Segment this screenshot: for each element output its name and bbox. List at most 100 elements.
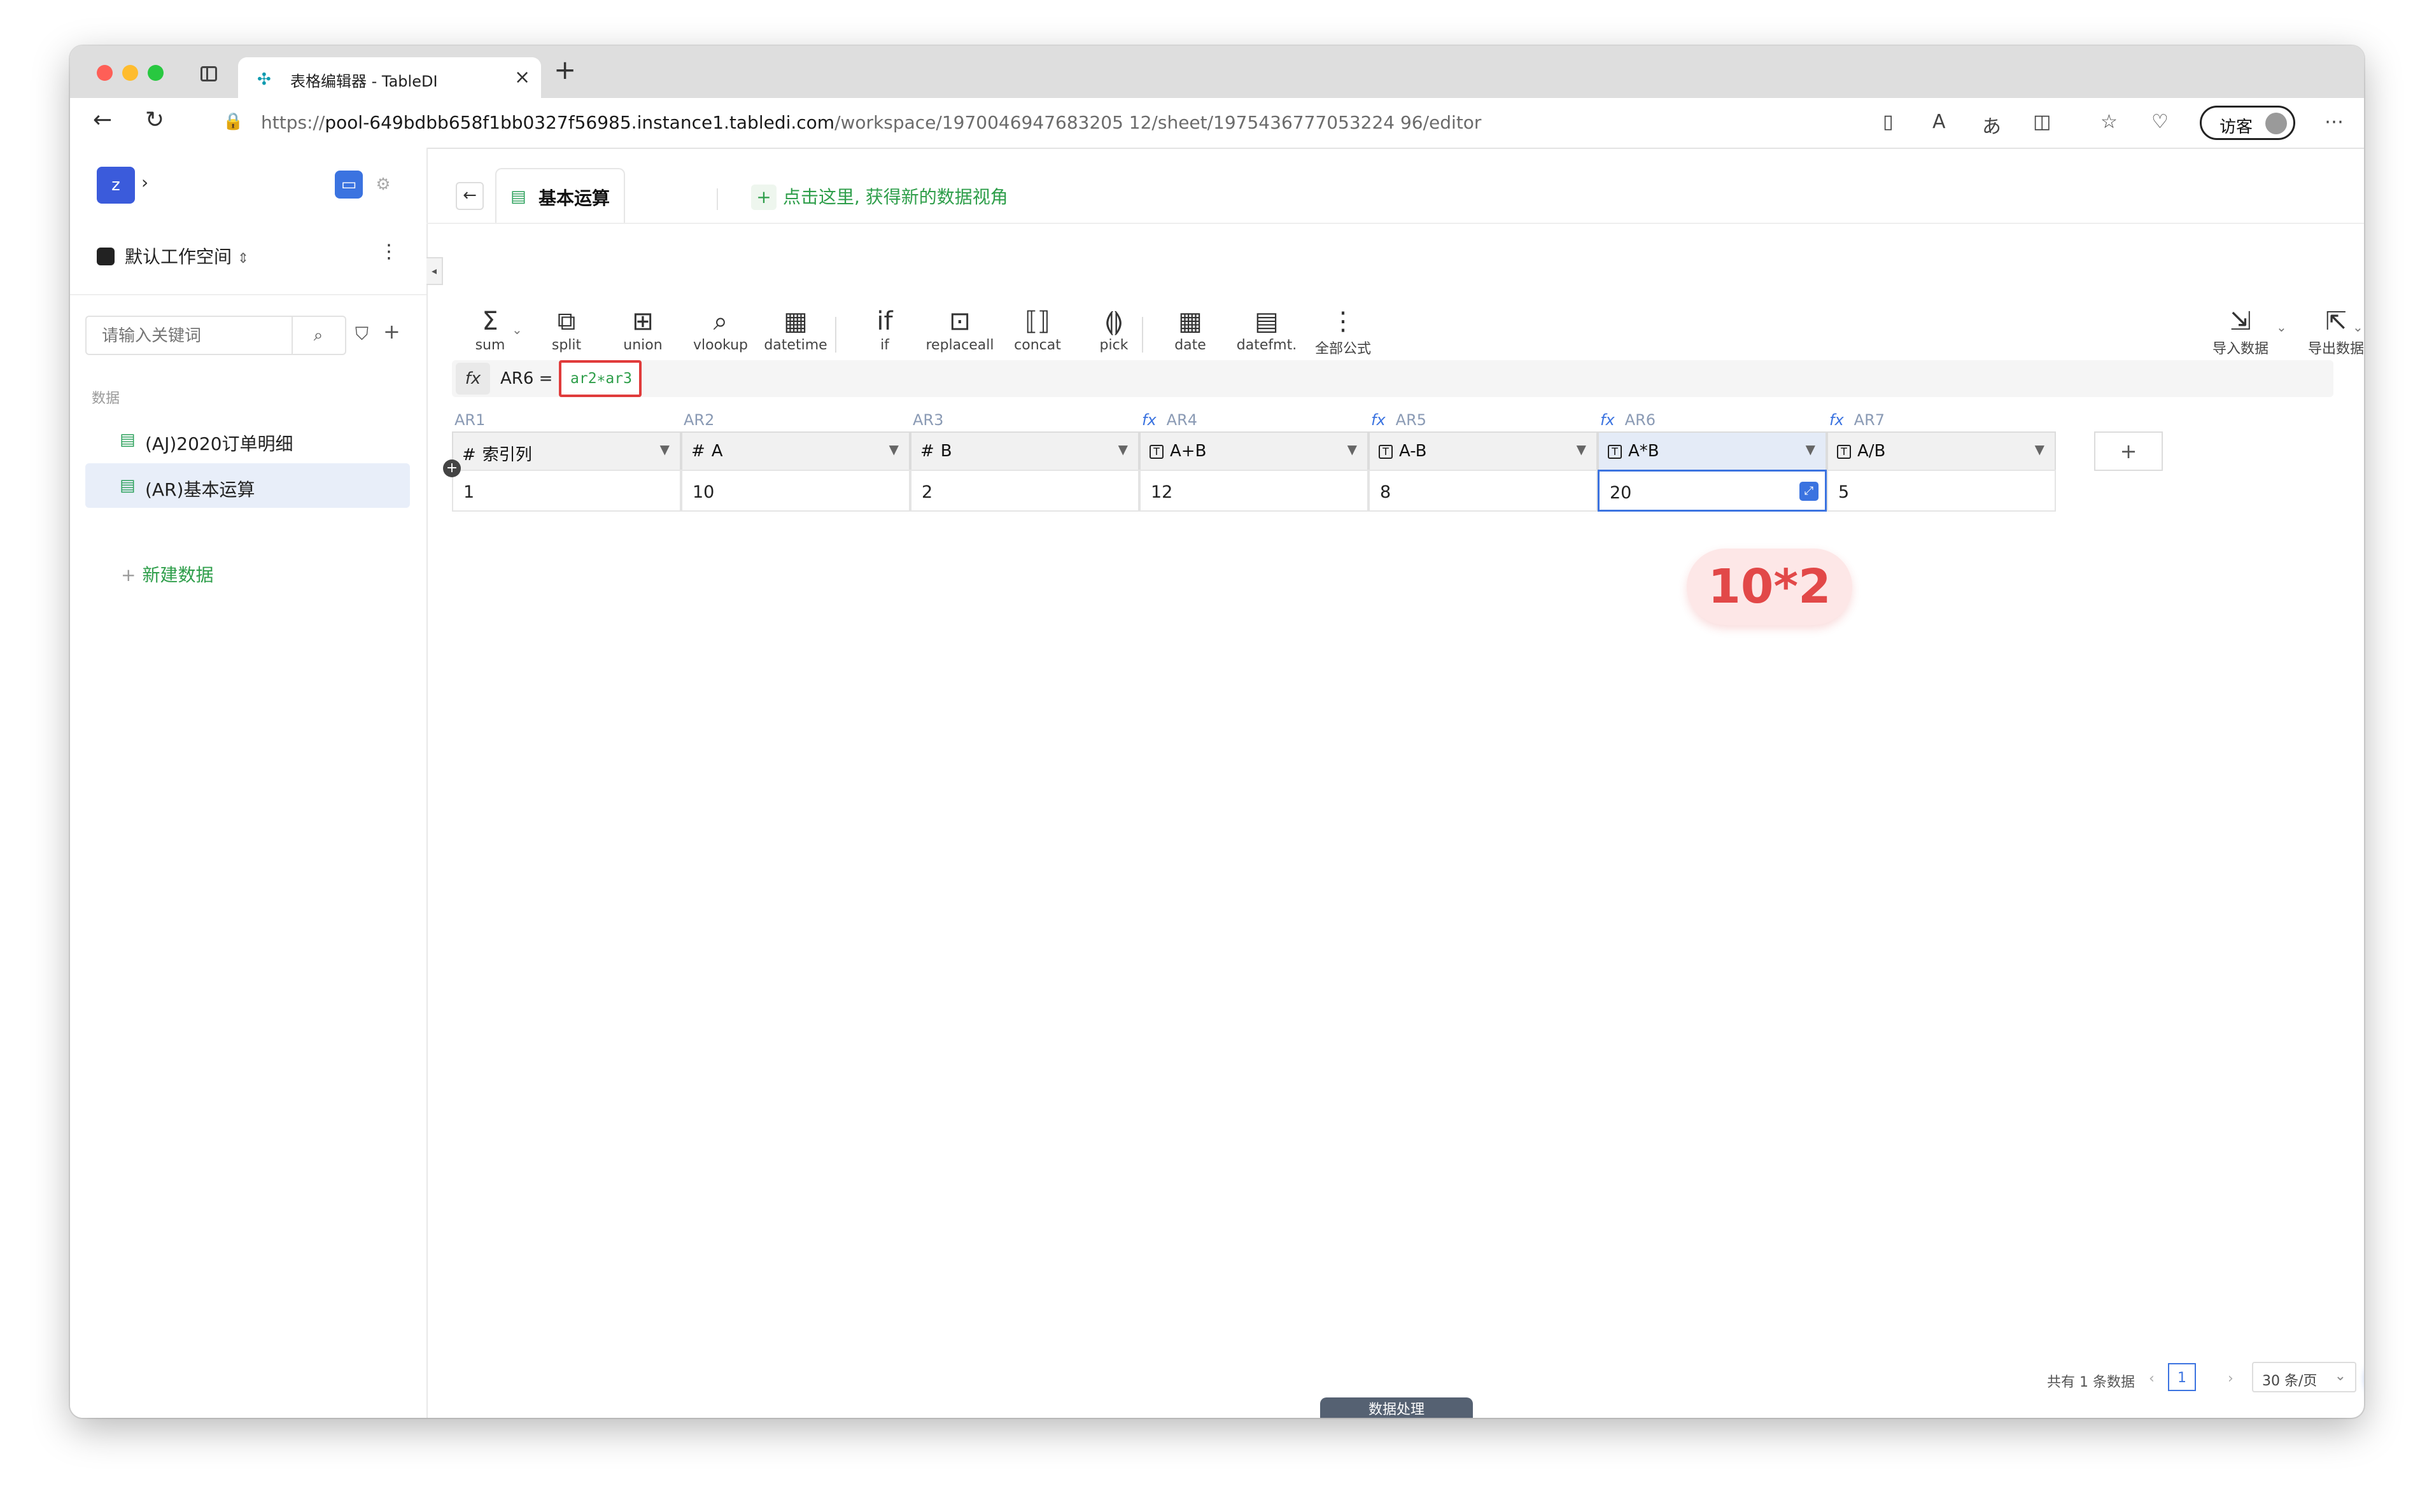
column-header[interactable]: T A*B ▼ xyxy=(1598,431,1827,471)
tool-concat[interactable]: ⟦⟧ concat xyxy=(999,307,1076,353)
column-header[interactable]: T A-B ▼ xyxy=(1368,431,1598,471)
filter-icon[interactable]: ⛉ xyxy=(355,323,369,345)
column-header[interactable]: # 索引列 ▼ xyxy=(452,431,681,471)
app-body: z › ▭ ⚙ 默认工作空间 ⇕ ⋮ ⌕ ⛉ + 数据 ▤ (AJ)2020订单… xyxy=(70,148,2364,1418)
translate-icon[interactable]: あ xyxy=(1982,111,2001,139)
column-header-label: # 索引列 xyxy=(462,442,532,465)
sidebar-toggle-icon[interactable] xyxy=(200,66,217,81)
column-name: A*B xyxy=(1628,442,1659,461)
new-data-button[interactable]: + 新建数据 xyxy=(121,561,213,587)
read-aloud-icon[interactable]: A xyxy=(1932,111,1946,133)
per-page-select[interactable]: 30 条/页 ⌄ xyxy=(2252,1362,2356,1392)
column-id: fx AR4 xyxy=(1142,409,1197,431)
add-row-icon[interactable]: + xyxy=(443,459,461,477)
desktop-mode-icon[interactable]: ▭ xyxy=(335,171,363,199)
table-cell[interactable]: 1 xyxy=(452,470,681,512)
split-screen-icon[interactable]: ◫ xyxy=(2033,111,2051,133)
export-dropdown-icon[interactable]: ⌄ xyxy=(2353,319,2363,335)
add-column-button[interactable]: + xyxy=(2094,431,2163,471)
chevron-right-icon[interactable]: › xyxy=(141,172,148,193)
tool-pick[interactable]: ⟬⟭ pick xyxy=(1076,307,1152,353)
column-header-label: # B xyxy=(920,442,952,461)
workspace-icon xyxy=(97,248,115,265)
page-number[interactable]: 1 xyxy=(2168,1363,2196,1391)
close-window-button[interactable] xyxy=(97,65,113,81)
column-menu-icon[interactable]: ▼ xyxy=(2035,442,2044,457)
column-name: A xyxy=(711,442,723,461)
formula-input[interactable]: ar2∗ar3 xyxy=(559,360,642,397)
add-icon[interactable]: + xyxy=(383,319,400,344)
column-menu-icon[interactable]: ▼ xyxy=(889,442,899,457)
toolbar-divider xyxy=(1142,317,1143,353)
sidebar-item-ar[interactable]: ▤ (AR)基本运算 xyxy=(85,463,410,508)
tool-vlookup[interactable]: ⌕ vlookup xyxy=(682,307,759,353)
column-header[interactable]: T A+B ▼ xyxy=(1139,431,1368,471)
workspace-more-icon[interactable]: ⋮ xyxy=(379,241,398,263)
workspace-name: 默认工作空间 xyxy=(125,246,232,267)
table-cell[interactable]: 20 ⤢ xyxy=(1598,470,1827,512)
table-cell[interactable]: 8 xyxy=(1368,470,1598,512)
table-cell[interactable]: 12 xyxy=(1139,470,1368,512)
close-tab-icon[interactable]: × xyxy=(514,66,530,88)
add-view-button[interactable]: + 点击这里, 获得新的数据视角 xyxy=(751,183,1008,210)
add-view-label: 点击这里, 获得新的数据视角 xyxy=(783,186,1008,207)
column-id-text: AR5 xyxy=(1395,411,1427,429)
profile-button[interactable]: 访客 xyxy=(2200,106,2295,140)
column-menu-icon[interactable]: ▼ xyxy=(1806,442,1815,457)
tool-if[interactable]: if if xyxy=(847,307,923,353)
clipboard-icon[interactable]: ▯ xyxy=(1883,111,1894,133)
table-cell[interactable]: 10 xyxy=(681,470,910,512)
sidebar-item-aj[interactable]: ▤ (AJ)2020订单明细 xyxy=(85,417,410,462)
data-processing-tab[interactable]: 数据处理 xyxy=(1320,1397,1473,1418)
import-dropdown-icon[interactable]: ⌄ xyxy=(2276,319,2287,335)
browser-tab[interactable]: ✣ 表格编辑器 - TableDI × xyxy=(238,57,541,98)
tool-all-formulas[interactable]: ⋮ 全部公式 xyxy=(1305,307,1381,358)
text-type-icon: T xyxy=(1837,445,1851,459)
table-cell[interactable]: 5 xyxy=(1827,470,2056,512)
search-input[interactable] xyxy=(101,326,281,346)
formula-target: AR6 = xyxy=(500,369,553,388)
sum-dropdown-icon[interactable]: ⌄ xyxy=(512,322,523,337)
tool-datetime[interactable]: ▦ datetime xyxy=(757,307,834,353)
column-menu-icon[interactable]: ▼ xyxy=(660,442,670,457)
tool-union[interactable]: ⊞ union xyxy=(605,307,681,353)
formula-icon: fx xyxy=(1829,411,1844,429)
column-id-text: AR2 xyxy=(684,411,715,429)
column-header[interactable]: # A ▼ xyxy=(681,431,910,471)
workspace-selector[interactable]: 默认工作空间 ⇕ xyxy=(97,243,249,269)
column-menu-icon[interactable]: ▼ xyxy=(1347,442,1357,457)
user-avatar-button[interactable]: z xyxy=(97,167,135,204)
maximize-window-button[interactable] xyxy=(148,65,164,81)
favorites-icon[interactable]: ☆ xyxy=(2100,111,2118,133)
tab-basic-ops[interactable]: ▤ 基本运算 xyxy=(495,168,625,224)
browser-essentials-icon[interactable]: ♡ xyxy=(2151,111,2169,133)
per-page-label: 30 条/页 xyxy=(2262,1373,2318,1389)
column-header[interactable]: # B ▼ xyxy=(910,431,1139,471)
column-header[interactable]: T A/B ▼ xyxy=(1827,431,2056,471)
column-menu-icon[interactable]: ▼ xyxy=(1577,442,1586,457)
column-id-text: AR4 xyxy=(1166,411,1198,429)
lock-icon[interactable]: 🔒 xyxy=(223,112,243,131)
import-data-button[interactable]: ⇲ 导入数据 xyxy=(2202,307,2279,358)
minimize-window-button[interactable] xyxy=(122,65,138,81)
collapse-sidebar-icon[interactable]: ◂ xyxy=(426,257,443,285)
tool-date[interactable]: ▦ date xyxy=(1152,307,1228,353)
new-tab-button[interactable]: + xyxy=(554,55,576,85)
tool-datefmt[interactable]: ▤ datefmt. xyxy=(1228,307,1305,353)
back-icon[interactable]: ← xyxy=(93,107,112,133)
expand-cell-icon[interactable]: ⤢ xyxy=(1799,482,1818,501)
next-page-icon[interactable]: › xyxy=(2228,1371,2234,1387)
tool-split[interactable]: ⧉ split xyxy=(528,307,605,353)
column-menu-icon[interactable]: ▼ xyxy=(1118,442,1128,457)
tool-replaceall[interactable]: ⊡ replaceall xyxy=(922,307,998,353)
tool-icon: ⊡ xyxy=(949,307,971,336)
prev-page-icon[interactable]: ‹ xyxy=(2149,1371,2155,1387)
settings-icon[interactable]: ⚙ xyxy=(369,171,397,199)
reload-icon[interactable]: ↻ xyxy=(145,107,164,133)
back-arrow-icon[interactable]: ← xyxy=(456,182,484,210)
table-cell[interactable]: 2 xyxy=(910,470,1139,512)
tab-divider xyxy=(717,188,718,210)
search-icon[interactable]: ⌕ xyxy=(292,316,346,355)
more-icon[interactable]: ⋯ xyxy=(2325,111,2344,133)
url-field[interactable]: https://pool-649bdbb658f1bb0327f56985.in… xyxy=(261,112,1481,133)
